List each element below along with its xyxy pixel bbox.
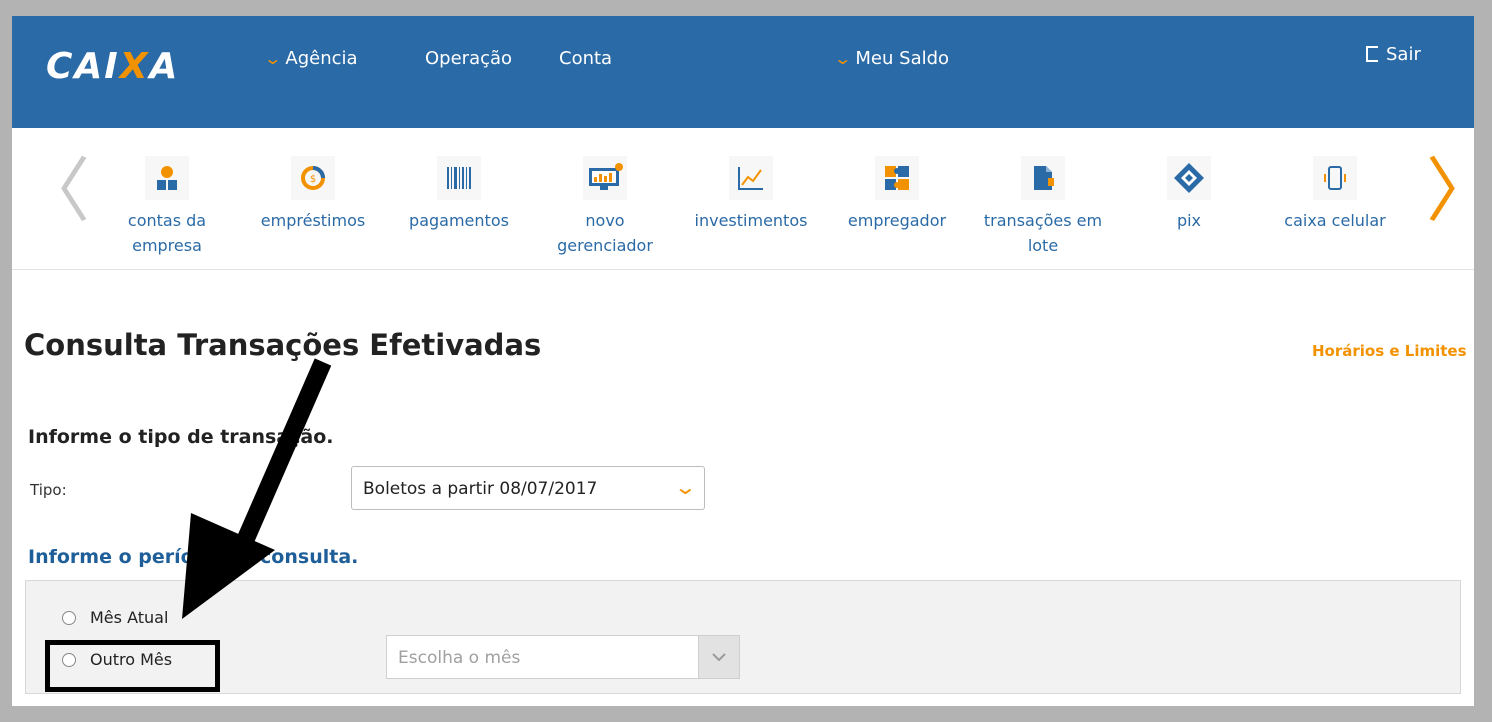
radio-mes-atual[interactable]: Mês Atual	[62, 608, 168, 627]
dropdown-button[interactable]	[698, 636, 739, 678]
month-select[interactable]: Escolha o mês	[386, 635, 740, 679]
nav-conta-label: Conta	[559, 48, 613, 69]
nav-operacao[interactable]: Operação	[425, 48, 512, 69]
carousel-next-arrow[interactable]: 〉	[1426, 156, 1474, 226]
logout-label: Sair	[1386, 44, 1421, 65]
shortcut-emprestimos[interactable]: $ empréstimos	[248, 156, 378, 233]
shortcut-pagamentos[interactable]: pagamentos	[394, 156, 524, 233]
barcode-icon	[437, 156, 481, 200]
shortcut-pix[interactable]: pix	[1124, 156, 1254, 233]
shortcut-label: transações em lote	[983, 211, 1103, 255]
shortcut-label: caixa celular	[1284, 211, 1386, 230]
chevron-down-icon: ⌄	[833, 49, 853, 68]
logout-icon	[1366, 45, 1378, 62]
period-heading: Informe o período de consulta.	[28, 546, 359, 568]
monitor-chart-icon	[583, 156, 627, 200]
shortcut-investimentos[interactable]: investimentos	[686, 156, 816, 233]
meu-saldo-label: Meu Saldo	[855, 48, 950, 69]
nav-operacao-label: Operação	[425, 48, 513, 69]
caixa-logo[interactable]: CAIXA	[46, 46, 179, 87]
tipo-label: Tipo:	[30, 481, 67, 499]
shortcut-carousel: 〈 contas da empresa $ empréstimos pagame…	[12, 128, 1474, 270]
shortcut-label: empregador	[847, 211, 947, 230]
tipo-select[interactable]: Boletos a partir 08/07/2017 ⌄	[351, 466, 705, 510]
shortcut-contas-da-empresa[interactable]: contas da empresa	[102, 156, 232, 258]
radio-button[interactable]	[62, 610, 76, 625]
logout-button[interactable]: Sair	[1366, 44, 1421, 65]
nav-agencia[interactable]: ⌄ Agência	[263, 48, 358, 69]
shortcut-caixa-celular[interactable]: caixa celular	[1270, 156, 1400, 233]
shortcut-label: novo gerenciador	[557, 211, 653, 255]
chevron-down-icon: ⌄	[263, 49, 283, 68]
meu-saldo-toggle[interactable]: ⌄ Meu Saldo	[833, 48, 950, 69]
type-heading: Informe o tipo de transação.	[28, 426, 334, 448]
shortcut-transacoes-em-lote[interactable]: transações em lote	[978, 156, 1108, 258]
phone-icon	[1313, 156, 1357, 200]
document-icon	[1021, 156, 1065, 200]
month-select-placeholder: Escolha o mês	[398, 648, 521, 668]
top-header: CAIXA ⌄ Agência Operação Conta ⌄ Meu Sal…	[12, 16, 1474, 128]
coin-icon: $	[291, 156, 335, 200]
shortcut-label: empréstimos	[260, 211, 366, 230]
users-icon	[145, 156, 189, 200]
shortcut-label: investimentos	[694, 211, 808, 230]
puzzle-icon	[875, 156, 919, 200]
svg-text:$: $	[310, 174, 316, 185]
period-panel	[25, 580, 1461, 694]
shortcut-label: contas da empresa	[127, 211, 207, 255]
nav-agencia-label: Agência	[285, 48, 358, 69]
app-frame: CAIXA ⌄ Agência Operação Conta ⌄ Meu Sal…	[12, 16, 1474, 706]
nav-conta[interactable]: Conta	[559, 48, 612, 69]
shortcut-empregador[interactable]: empregador	[832, 156, 962, 233]
chevron-down-icon: ⌄	[673, 475, 698, 499]
shortcut-novo-gerenciador[interactable]: novo gerenciador	[540, 156, 670, 258]
chevron-down-icon	[712, 653, 726, 661]
highlight-annotation-box	[45, 640, 220, 692]
shortcut-label: pix	[1176, 211, 1202, 230]
pix-icon	[1167, 156, 1211, 200]
carousel-prev-arrow[interactable]: 〈	[20, 156, 90, 226]
page-title: Consulta Transações Efetivadas	[24, 328, 542, 362]
shortcut-label: pagamentos	[409, 211, 509, 230]
radio-mes-atual-label: Mês Atual	[90, 608, 169, 627]
tipo-select-value: Boletos a partir 08/07/2017	[363, 479, 598, 499]
line-chart-icon	[729, 156, 773, 200]
horarios-limites-link[interactable]: Horários e Limites	[1312, 342, 1467, 360]
